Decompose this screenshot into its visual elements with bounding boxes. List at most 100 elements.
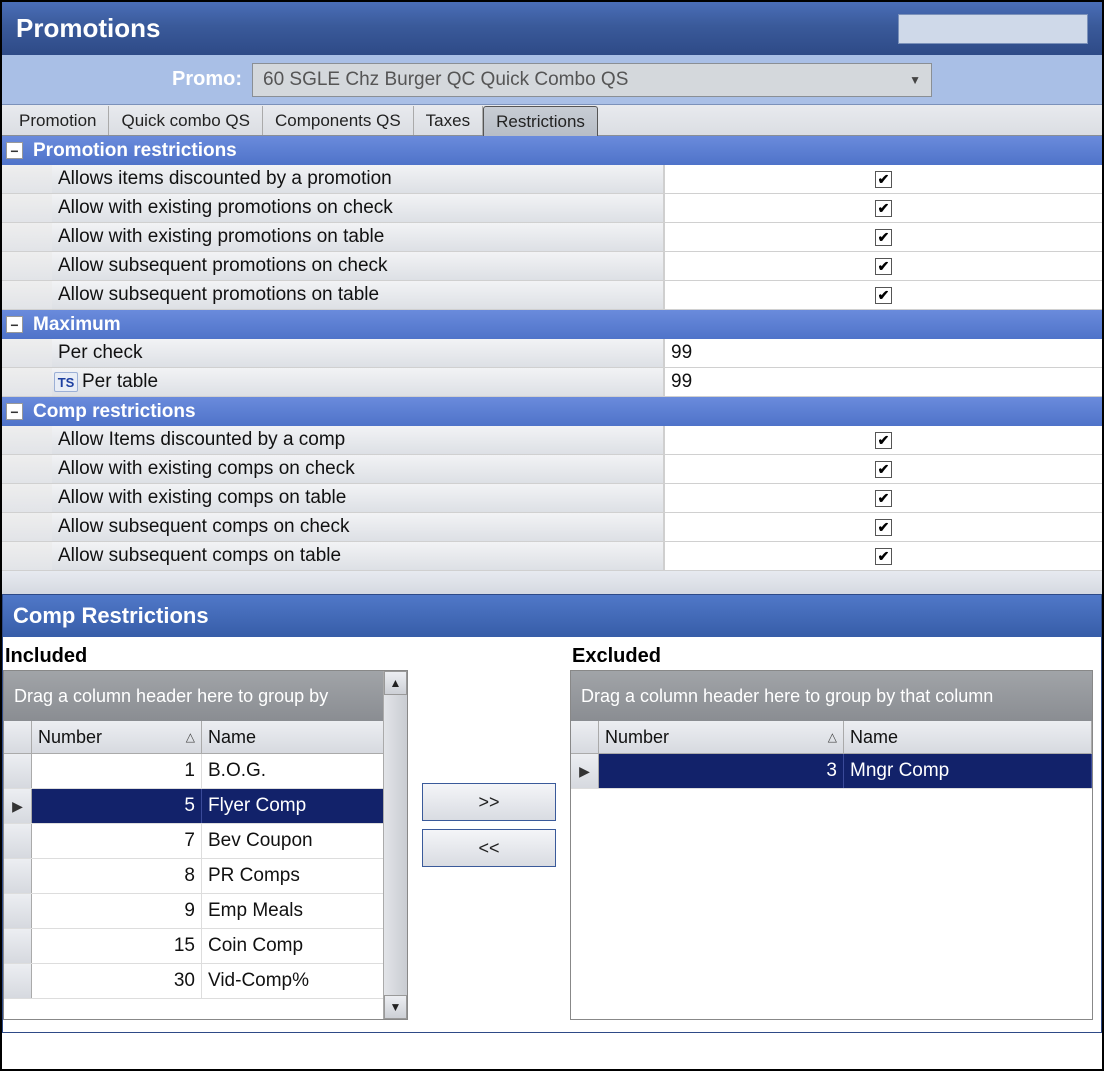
scroll-up-icon[interactable]: ▲	[384, 671, 407, 695]
row-pointer-icon: ▶	[579, 763, 590, 780]
table-row[interactable]: 7Bev Coupon	[4, 824, 407, 859]
table-row[interactable]: 15Coin Comp	[4, 929, 407, 964]
excluded-label: Excluded	[570, 645, 1093, 670]
table-row[interactable]: ▶5Flyer Comp	[4, 789, 407, 824]
gap-strip	[2, 571, 1102, 594]
cell-number: 3	[599, 754, 844, 788]
chevron-down-icon: ▼	[909, 73, 921, 87]
collapse-icon[interactable]: −	[6, 403, 23, 420]
checkbox[interactable]: ✔	[875, 461, 892, 478]
tab-promotion[interactable]: Promotion	[7, 106, 109, 135]
indent	[2, 223, 52, 251]
property-label: Allow subsequent comps on table	[52, 542, 664, 570]
property-row: Allow with existing comps on table ✔	[2, 484, 1102, 513]
property-row: Allow Items discounted by a comp✔	[2, 426, 1102, 455]
checkbox[interactable]: ✔	[875, 287, 892, 304]
row-handle[interactable]	[4, 859, 32, 893]
group-by-area[interactable]: Drag a column header here to group by	[4, 671, 407, 721]
section-title: Comp restrictions	[33, 401, 196, 423]
number-header[interactable]: Number △	[599, 721, 844, 754]
scroll-down-icon[interactable]: ▼	[384, 995, 407, 1019]
checkbox[interactable]: ✔	[875, 258, 892, 275]
indent	[2, 281, 52, 309]
section-title: Maximum	[33, 314, 121, 336]
property-value-input[interactable]: 99	[664, 339, 1102, 367]
indent	[2, 252, 52, 280]
sort-asc-icon: △	[186, 730, 195, 744]
property-value: ✔	[664, 542, 1102, 570]
property-label: Per check	[52, 339, 664, 367]
comp-restrictions-panel: Comp Restrictions Included Drag a column…	[2, 594, 1102, 1033]
property-row: Allow subsequent comps on table ✔	[2, 542, 1102, 571]
included-grid: Drag a column header here to group by Nu…	[3, 670, 408, 1020]
included-label: Included	[3, 645, 408, 670]
row-handle[interactable]: ▶	[571, 754, 599, 788]
checkbox[interactable]: ✔	[875, 171, 892, 188]
cell-number: 8	[32, 859, 202, 893]
property-value: ✔	[664, 281, 1102, 309]
name-header[interactable]: Name	[844, 721, 1092, 754]
checkbox[interactable]: ✔	[875, 519, 892, 536]
row-handle[interactable]: ▶	[4, 789, 32, 823]
tab-quick-combo-qs[interactable]: Quick combo QS	[109, 106, 263, 135]
section-header[interactable]: −Maximum	[2, 310, 1102, 339]
checkbox[interactable]: ✔	[875, 229, 892, 246]
section-header[interactable]: −Comp restrictions	[2, 397, 1102, 426]
section-title: Promotion restrictions	[33, 140, 237, 162]
move-left-button[interactable]: <<	[422, 829, 556, 867]
move-right-button[interactable]: >>	[422, 783, 556, 821]
checkbox[interactable]: ✔	[875, 548, 892, 565]
row-handle[interactable]	[4, 929, 32, 963]
cell-name: Mngr Comp	[844, 754, 1092, 788]
tab-components-qs[interactable]: Components QS	[263, 106, 414, 135]
cell-name: Vid-Comp%	[202, 964, 407, 998]
name-header[interactable]: Name	[202, 721, 407, 754]
property-label: Allow with existing promotions on check	[52, 194, 664, 222]
section-header[interactable]: −Promotion restrictions	[2, 136, 1102, 165]
table-row[interactable]: 8PR Comps	[4, 859, 407, 894]
property-label: Allow with existing comps on table	[52, 484, 664, 512]
number-header[interactable]: Number △	[32, 721, 202, 754]
tab-restrictions[interactable]: Restrictions	[483, 106, 598, 136]
scrollbar[interactable]: ▲ ▼	[383, 671, 407, 1019]
row-handle[interactable]	[4, 824, 32, 858]
panel-title: Comp Restrictions	[3, 595, 1101, 637]
cell-name: Flyer Comp	[202, 789, 407, 823]
sort-asc-icon: △	[828, 730, 837, 744]
group-by-area[interactable]: Drag a column header here to group by th…	[571, 671, 1092, 721]
checkbox[interactable]: ✔	[875, 200, 892, 217]
property-label: Allow subsequent promotions on table	[52, 281, 664, 309]
promo-select-value: 60 SGLE Chz Burger QC Quick Combo QS	[263, 69, 628, 91]
indent	[2, 513, 52, 541]
table-row[interactable]: 30Vid-Comp%	[4, 964, 407, 999]
promo-select[interactable]: 60 SGLE Chz Burger QC Quick Combo QS ▼	[252, 63, 932, 97]
collapse-icon[interactable]: −	[6, 142, 23, 159]
checkbox[interactable]: ✔	[875, 490, 892, 507]
indent	[2, 455, 52, 483]
collapse-icon[interactable]: −	[6, 316, 23, 333]
property-row: Allow with existing promotions on check ✔	[2, 194, 1102, 223]
property-label: Allow subsequent promotions on check	[52, 252, 664, 280]
cell-number: 30	[32, 964, 202, 998]
property-label: Allow with existing promotions on table	[52, 223, 664, 251]
property-value: ✔	[664, 455, 1102, 483]
cell-name: B.O.G.	[202, 754, 407, 788]
excluded-grid: Drag a column header here to group by th…	[570, 670, 1093, 1020]
tab-taxes[interactable]: Taxes	[414, 106, 483, 135]
table-row[interactable]: 9Emp Meals	[4, 894, 407, 929]
table-row[interactable]: 1B.O.G.	[4, 754, 407, 789]
promo-label: Promo:	[172, 68, 242, 91]
property-value-input[interactable]: 99	[664, 368, 1102, 396]
row-handle[interactable]	[4, 964, 32, 998]
search-input[interactable]	[898, 14, 1088, 44]
table-row[interactable]: ▶ 3Mngr Comp	[571, 754, 1092, 789]
indent	[2, 165, 52, 193]
row-handle[interactable]	[4, 754, 32, 788]
title-bar: Promotions	[2, 2, 1102, 55]
checkbox[interactable]: ✔	[875, 432, 892, 449]
property-row: Allow with existing comps on check✔	[2, 455, 1102, 484]
indent	[2, 339, 52, 367]
row-pointer-icon: ▶	[12, 798, 23, 815]
promo-selector-row: Promo: 60 SGLE Chz Burger QC Quick Combo…	[2, 55, 1102, 105]
row-handle[interactable]	[4, 894, 32, 928]
